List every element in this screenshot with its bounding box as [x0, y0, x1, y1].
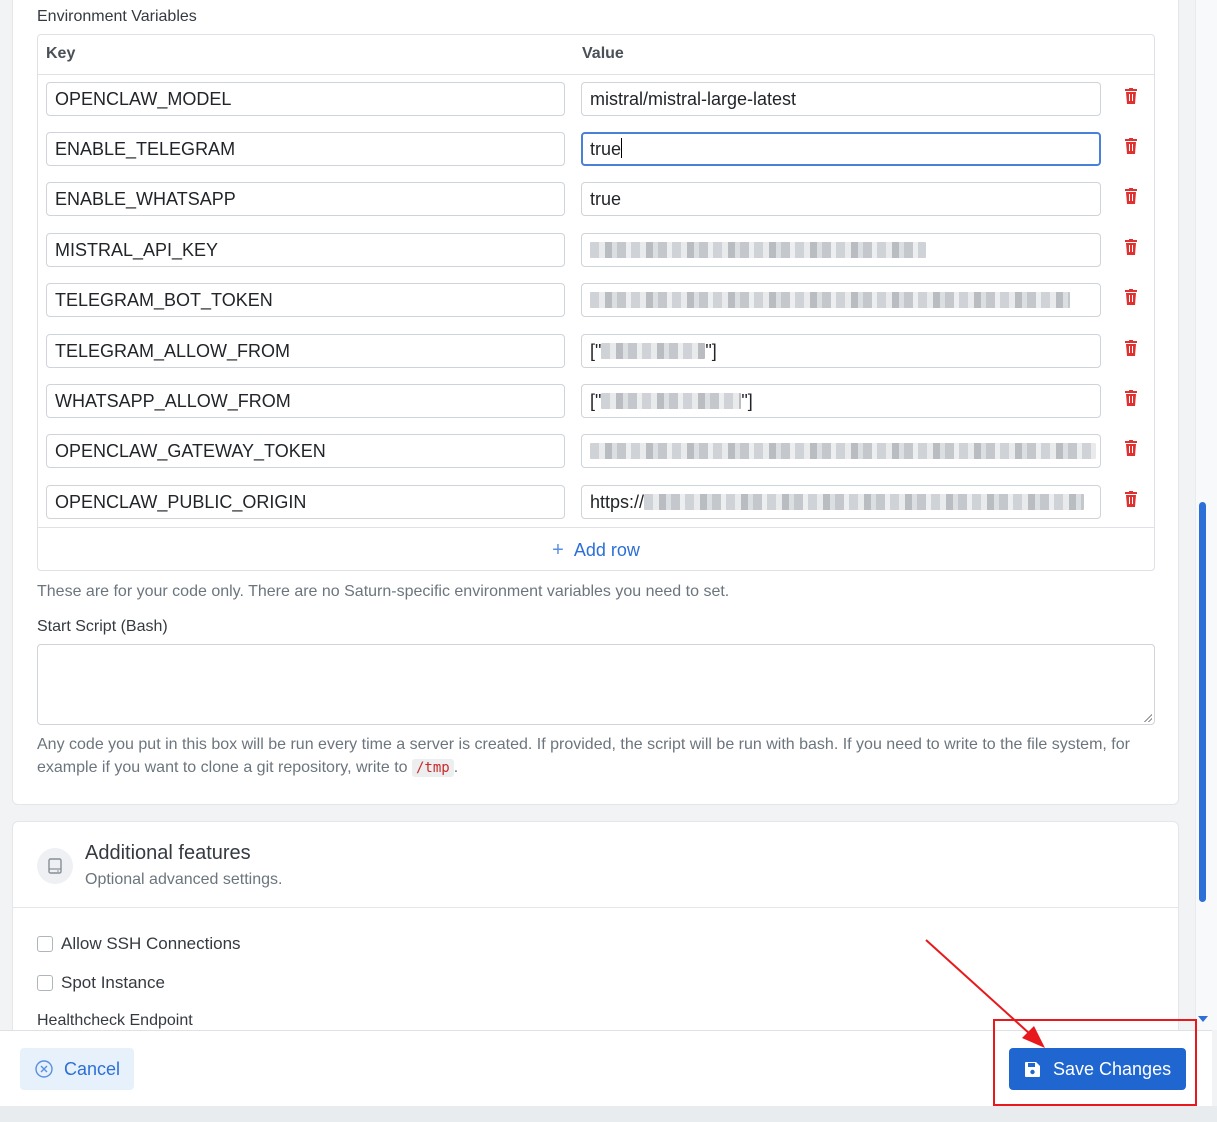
scrollbar-thumb[interactable] — [1199, 502, 1206, 902]
scroll-down-arrow-icon[interactable] — [1198, 1016, 1208, 1022]
env-key-input[interactable]: WHATSAPP_ALLOW_FROM — [46, 384, 565, 418]
save-changes-label: Save Changes — [1053, 1058, 1172, 1079]
env-value-input-redacted[interactable]: [" "] — [581, 384, 1101, 418]
env-key-input[interactable]: TELEGRAM_BOT_TOKEN — [46, 283, 565, 317]
env-key-input[interactable]: OPENCLAW_PUBLIC_ORIGIN — [46, 485, 565, 519]
trash-icon[interactable] — [1124, 440, 1138, 456]
add-row-button[interactable]: + Add row — [38, 527, 1154, 571]
cancel-button[interactable]: Cancel — [20, 1048, 134, 1090]
trash-icon[interactable] — [1124, 340, 1138, 356]
env-key-input[interactable]: MISTRAL_API_KEY — [46, 233, 565, 267]
env-value-text: true — [590, 139, 622, 159]
allow-ssh-label: Allow SSH Connections — [61, 934, 241, 953]
env-value-input-redacted[interactable] — [581, 283, 1101, 317]
redacted-value — [590, 292, 1070, 308]
env-key-input[interactable]: ENABLE_WHATSAPP — [46, 182, 565, 216]
section-divider — [13, 907, 1178, 908]
spot-instance-option[interactable]: Spot Instance — [37, 973, 165, 993]
allow-ssh-checkbox[interactable] — [37, 936, 53, 952]
spot-instance-label: Spot Instance — [61, 973, 165, 992]
form-viewport: Environment Variables Key Value OPENCLAW… — [0, 0, 1195, 1030]
spot-instance-checkbox[interactable] — [37, 975, 53, 991]
start-script-textarea[interactable] — [37, 644, 1155, 725]
value-suffix: "] — [741, 391, 753, 411]
table-header-divider — [38, 74, 1154, 75]
trash-icon[interactable] — [1124, 491, 1138, 507]
floppy-disk-icon — [1025, 1061, 1040, 1077]
redacted-value — [590, 443, 1096, 459]
save-changes-button[interactable]: Save Changes — [1009, 1048, 1186, 1090]
trash-icon[interactable] — [1124, 138, 1138, 154]
env-key-input[interactable]: OPENCLAW_GATEWAY_TOKEN — [46, 434, 565, 468]
start-script-label: Start Script (Bash) — [37, 618, 168, 635]
value-prefix: [" — [590, 341, 602, 361]
page-bottom-edge — [0, 1106, 1217, 1122]
env-value-input-redacted[interactable] — [581, 233, 1101, 267]
hard-drive-icon — [37, 848, 73, 884]
trash-icon[interactable] — [1124, 239, 1138, 255]
help-text-before: Any code you put in this box will be run… — [37, 736, 1130, 776]
cancel-circle-x-icon — [35, 1060, 53, 1078]
env-value-input[interactable]: mistral/mistral-large-latest — [581, 82, 1101, 116]
allow-ssh-option[interactable]: Allow SSH Connections — [37, 934, 241, 954]
env-value-input-redacted[interactable] — [581, 434, 1101, 468]
key-column-header: Key — [46, 45, 76, 62]
env-section-title: Environment Variables — [37, 8, 197, 25]
additional-features-title: Additional features — [85, 842, 251, 864]
env-help-text: These are for your code only. There are … — [37, 583, 730, 600]
help-text-after: . — [453, 759, 459, 776]
redacted-value — [601, 343, 706, 359]
form-footer: Cancel Save Changes — [0, 1030, 1212, 1106]
trash-icon[interactable] — [1124, 88, 1138, 104]
tmp-code: /tmp — [412, 759, 454, 777]
env-value-input-redacted[interactable]: [" "] — [581, 334, 1101, 368]
value-prefix: https:// — [590, 492, 645, 512]
env-key-input[interactable]: ENABLE_TELEGRAM — [46, 132, 565, 166]
redacted-value — [601, 393, 742, 409]
trash-icon[interactable] — [1124, 289, 1138, 305]
healthcheck-label: Healthcheck Endpoint — [37, 1012, 193, 1029]
environment-card: Environment Variables Key Value OPENCLAW… — [12, 0, 1179, 805]
env-value-input-redacted[interactable]: https:// — [581, 485, 1101, 519]
env-value-input-focused[interactable]: true — [581, 132, 1101, 166]
value-prefix: [" — [590, 391, 602, 411]
env-key-input[interactable]: OPENCLAW_MODEL — [46, 82, 565, 116]
redacted-value — [590, 242, 926, 258]
env-value-input[interactable]: true — [581, 182, 1101, 216]
start-script-help: Any code you put in this box will be run… — [37, 733, 1155, 780]
text-caret — [621, 138, 623, 158]
vertical-scrollbar[interactable] — [1195, 0, 1217, 1030]
redacted-value — [644, 494, 1085, 510]
additional-features-card: Additional features Optional advanced se… — [12, 821, 1179, 1030]
resize-handle[interactable] — [1144, 714, 1152, 722]
additional-features-subtitle: Optional advanced settings. — [85, 871, 283, 888]
add-row-label: Add row — [573, 540, 640, 560]
value-suffix: "] — [705, 341, 717, 361]
cancel-label: Cancel — [64, 1058, 121, 1079]
value-column-header: Value — [582, 45, 624, 62]
plus-icon: + — [552, 539, 564, 561]
trash-icon[interactable] — [1124, 188, 1138, 204]
env-key-input[interactable]: TELEGRAM_ALLOW_FROM — [46, 334, 565, 368]
trash-icon[interactable] — [1124, 390, 1138, 406]
env-variables-table: Key Value OPENCLAW_MODEL mistral/mistral… — [37, 34, 1155, 571]
